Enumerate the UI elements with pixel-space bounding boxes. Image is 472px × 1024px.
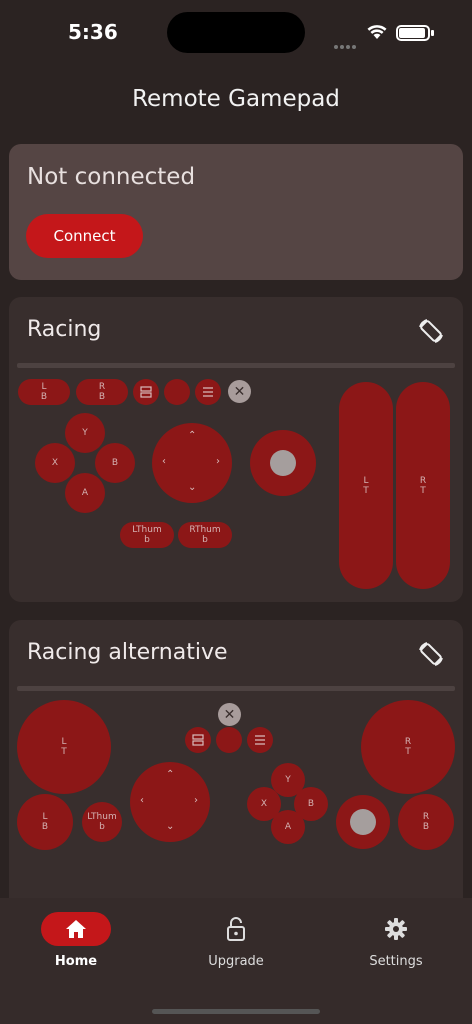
home-icon	[66, 920, 86, 938]
nav-upgrade-indicator	[201, 912, 271, 946]
layout-card-racing-alternative[interactable]: Racing alternative L T R T ✕ L B LThum b…	[9, 620, 463, 898]
a-button[interactable]: A	[271, 810, 305, 844]
status-time: 5:36	[68, 20, 118, 44]
dpad[interactable]: ⌃ ⌄ ‹ ›	[130, 762, 210, 842]
connect-button[interactable]: Connect	[26, 214, 143, 258]
right-stick[interactable]	[250, 430, 316, 496]
y-label: Y	[82, 428, 88, 438]
a-button[interactable]: A	[65, 473, 105, 513]
dpad-right-icon: ›	[216, 456, 220, 467]
app-title: Remote Gamepad	[132, 86, 340, 112]
view-button[interactable]	[133, 379, 159, 405]
dpad-up-icon: ⌃	[188, 430, 197, 441]
lthumb-button[interactable]: LThum b	[82, 802, 122, 842]
nav-home[interactable]: Home	[6, 912, 146, 969]
close-layout-button[interactable]: ✕	[218, 703, 241, 726]
connection-status: Not connected	[27, 164, 196, 190]
lb-button[interactable]: L B	[18, 379, 70, 405]
rt-trigger[interactable]: R T	[361, 700, 455, 794]
lthumb-button[interactable]: LThum b	[120, 522, 174, 548]
dpad-up-icon: ⌃	[166, 769, 175, 780]
connection-card: Not connected Connect	[9, 144, 463, 280]
dpad-left-icon: ‹	[140, 795, 144, 806]
right-stick[interactable]	[336, 795, 390, 849]
status-bar: 5:36	[0, 0, 472, 60]
rthumb-button[interactable]: RThum b	[178, 522, 232, 548]
view-button[interactable]	[185, 727, 211, 753]
layout-divider	[17, 686, 455, 691]
home-indicator[interactable]	[152, 1009, 320, 1014]
rthumb-label: RThum b	[189, 525, 221, 545]
rotate-screen-icon[interactable]	[417, 640, 445, 668]
x-label: X	[260, 799, 268, 809]
stick-knob	[270, 450, 296, 476]
layout-title: Racing alternative	[27, 640, 228, 665]
stick-knob	[350, 809, 376, 835]
lb-button[interactable]: L B	[17, 794, 73, 850]
gear-icon	[385, 918, 407, 940]
lthumb-label: LThum b	[87, 812, 117, 832]
rb-button[interactable]: R B	[76, 379, 128, 405]
lthumb-label: LThum b	[132, 525, 162, 545]
dpad-right-icon: ›	[194, 795, 198, 806]
nav-upgrade-label: Upgrade	[208, 954, 264, 969]
battery-tip	[431, 30, 434, 36]
guide-button[interactable]	[164, 379, 190, 405]
rb-button[interactable]: R B	[398, 794, 454, 850]
lt-label: L T	[61, 737, 67, 757]
lock-open-icon	[227, 917, 245, 941]
view-icon	[192, 734, 204, 746]
lb-label: L B	[40, 382, 48, 402]
b-label: B	[307, 799, 315, 809]
nav-settings-indicator	[361, 912, 431, 946]
a-label: A	[81, 488, 89, 498]
guide-button[interactable]	[216, 727, 242, 753]
cellular-signal-icon	[334, 34, 360, 49]
nav-home-label: Home	[54, 954, 98, 969]
rotate-screen-icon[interactable]	[417, 317, 445, 345]
rt-label: R T	[419, 475, 427, 496]
dpad[interactable]: ⌃ ⌄ ‹ ›	[152, 423, 232, 503]
lb-label: L B	[41, 812, 49, 832]
rb-label: R B	[98, 382, 106, 402]
view-icon	[140, 386, 152, 398]
rt-trigger[interactable]: R T	[396, 382, 450, 589]
dpad-down-icon: ⌄	[188, 482, 197, 493]
rb-label: R B	[422, 812, 430, 832]
battery-icon	[396, 25, 430, 41]
b-button[interactable]: B	[95, 443, 135, 483]
dynamic-island	[167, 12, 305, 53]
nav-settings[interactable]: Settings	[326, 912, 466, 969]
close-layout-button[interactable]: ✕	[228, 380, 251, 403]
lt-trigger[interactable]: L T	[17, 700, 111, 794]
x-label: X	[51, 458, 59, 468]
lt-trigger[interactable]: L T	[339, 382, 393, 589]
menu-button[interactable]	[247, 727, 273, 753]
nav-upgrade[interactable]: Upgrade	[166, 912, 306, 969]
layout-card-racing[interactable]: Racing L B R B ✕ Y X B A ⌃ ⌄ ‹ › LThum b…	[9, 297, 463, 602]
menu-icon	[255, 735, 265, 745]
layout-divider	[17, 363, 455, 368]
dpad-left-icon: ‹	[162, 456, 166, 467]
a-label: A	[284, 822, 292, 832]
b-label: B	[111, 458, 119, 468]
y-button[interactable]: Y	[65, 413, 105, 453]
rt-label: R T	[404, 737, 412, 757]
menu-icon	[203, 387, 213, 397]
nav-home-indicator	[41, 912, 111, 946]
menu-button[interactable]	[195, 379, 221, 405]
layout-title: Racing	[27, 317, 102, 342]
nav-settings-label: Settings	[369, 954, 423, 969]
dpad-down-icon: ⌄	[166, 821, 175, 832]
lt-label: L T	[363, 475, 369, 496]
wifi-icon	[367, 25, 387, 39]
y-label: Y	[285, 775, 291, 785]
x-button[interactable]: X	[35, 443, 75, 483]
bottom-navigation: Home Upgrade Settings	[0, 898, 472, 1024]
